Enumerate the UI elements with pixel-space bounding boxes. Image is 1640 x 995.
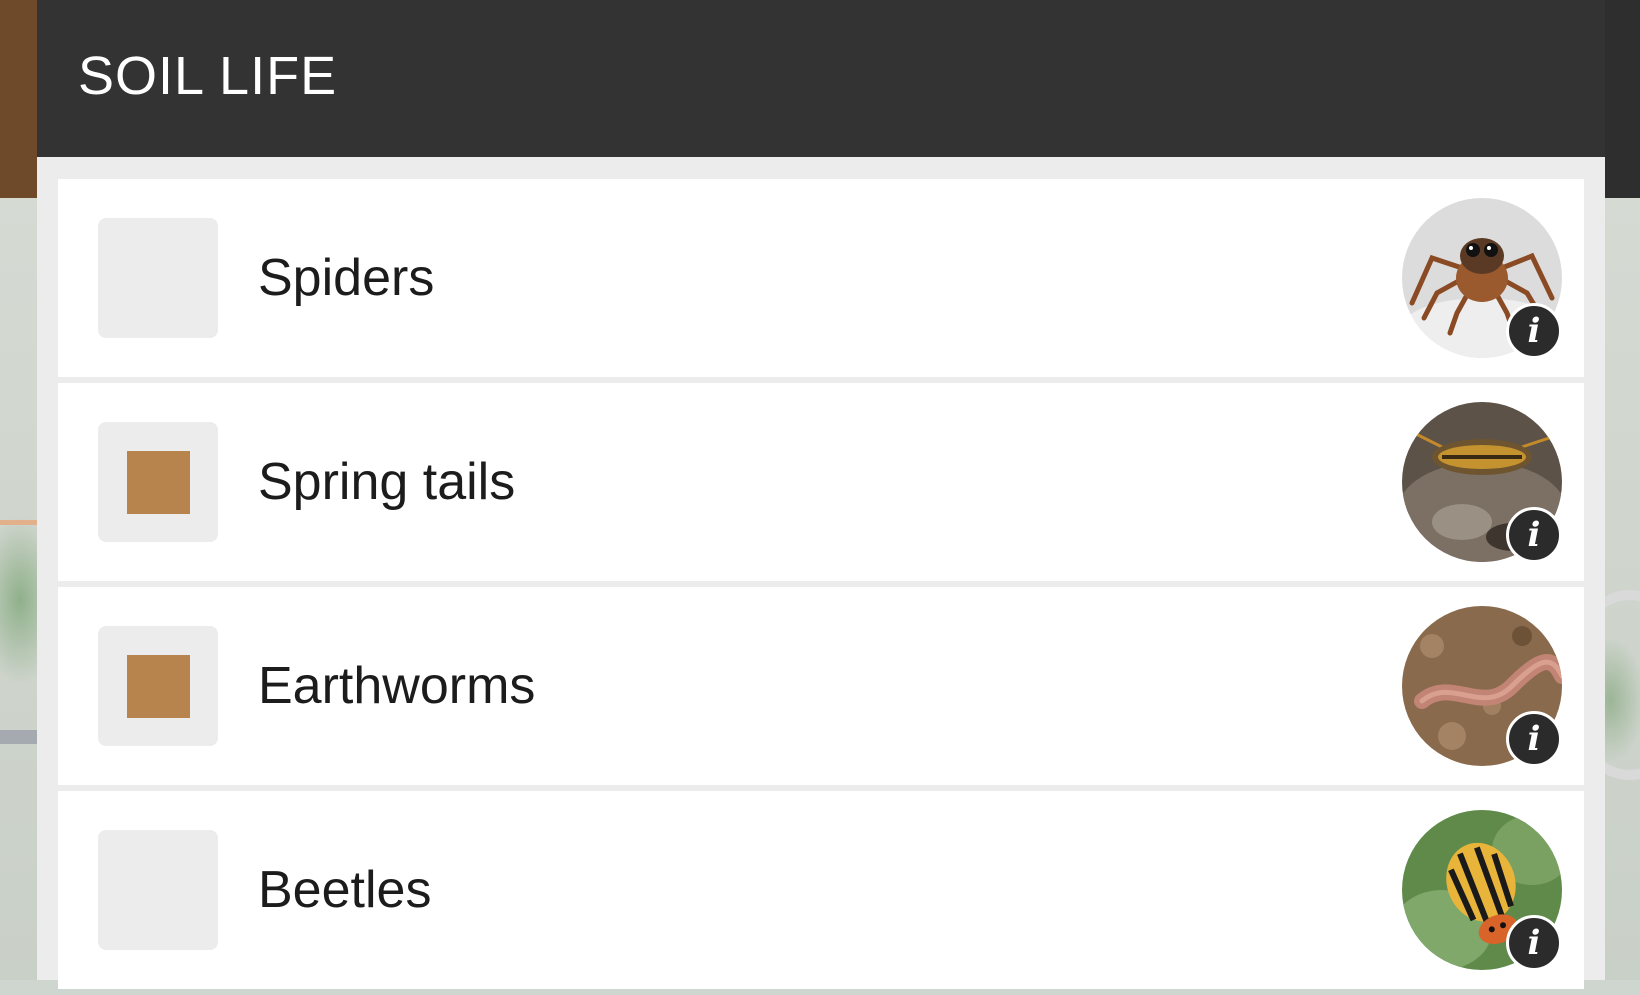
item-label: Beetles — [258, 861, 432, 919]
checkbox-fill — [126, 450, 190, 514]
background-road — [0, 520, 38, 525]
list-item-earthworms[interactable]: Earthworms i — [58, 587, 1584, 785]
modal-title: SOIL LIFE — [78, 45, 338, 106]
checkbox-spring-tails[interactable] — [98, 422, 218, 542]
list-item-spring-tails[interactable]: Spring tails i — [58, 383, 1584, 581]
item-label: Spiders — [258, 249, 435, 307]
info-icon[interactable]: i — [1506, 507, 1562, 563]
background-road — [0, 730, 38, 744]
info-icon[interactable]: i — [1506, 711, 1562, 767]
background-topbar-left — [0, 0, 40, 198]
modal-header: SOIL LIFE — [37, 0, 1605, 157]
checkbox-fill — [127, 859, 190, 922]
checkbox-fill — [127, 247, 190, 310]
item-label: Earthworms — [258, 657, 536, 715]
list-item-beetles[interactable]: Beetles i — [58, 791, 1584, 989]
checkbox-earthworms[interactable] — [98, 626, 218, 746]
background-topbar-right — [1604, 0, 1640, 198]
list-item-spiders[interactable]: Spiders i — [58, 179, 1584, 377]
info-icon[interactable]: i — [1506, 915, 1562, 971]
checkbox-beetles[interactable] — [98, 830, 218, 950]
item-label: Spring tails — [258, 453, 516, 511]
info-icon[interactable]: i — [1506, 303, 1562, 359]
checkbox-fill — [126, 654, 190, 718]
soil-life-modal: SOIL LIFE Spiders i Spring tails i Earth… — [37, 0, 1605, 989]
checkbox-spiders[interactable] — [98, 218, 218, 338]
soil-life-list: Spiders i Spring tails i Earthworms i Be… — [58, 179, 1584, 995]
